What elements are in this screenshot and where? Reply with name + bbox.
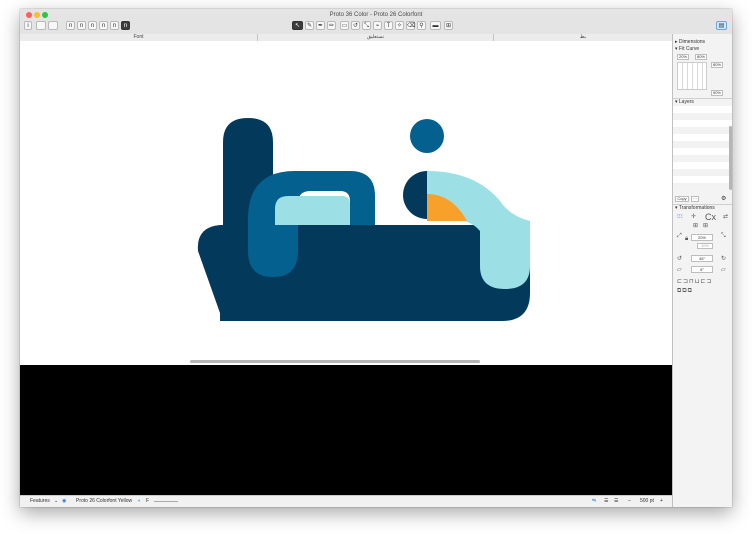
layers-label: Layers	[678, 99, 694, 105]
fit-curve-lower-field[interactable]: 90%	[711, 90, 723, 96]
layer-options-button[interactable]: ···	[691, 196, 699, 202]
rotate-icon[interactable]: ↺	[351, 21, 360, 30]
fit-curve-label: Fit Curve	[678, 46, 700, 52]
horizontal-scrollbar[interactable]	[190, 360, 480, 363]
titlebar: Proto 36 Color - Proto 26 Colorfont i n …	[20, 9, 732, 35]
transformations-label: Transformations	[678, 205, 715, 211]
zoom-value[interactable]: 500 pt	[640, 496, 654, 507]
rectangle-icon[interactable]: ▭	[340, 21, 349, 30]
glyph-tab-button-selected[interactable]: n	[121, 21, 130, 30]
layers-header[interactable]: ▾ Layers	[673, 99, 732, 105]
align-tools-icon[interactable]: ⊏⊐⊓⊔⊏⊐	[677, 278, 712, 285]
text-icon[interactable]: T	[384, 21, 393, 30]
shopping-cart-icon[interactable]: ⊞	[444, 21, 453, 30]
flip-horizontal-icon[interactable]: Cx	[705, 212, 716, 222]
tab-glyph-1[interactable]: ﻧﺴﺘﻌﻠﻴﻖ	[258, 34, 494, 41]
layers-list[interactable]	[673, 106, 732, 186]
align-center-icon[interactable]: ✛	[691, 213, 696, 220]
scale-icon[interactable]: ⤢	[677, 233, 682, 240]
fit-curve-upper-field[interactable]: 80%	[711, 62, 723, 68]
fit-curve-grid[interactable]	[677, 62, 707, 90]
glyph-tab-button[interactable]: n	[110, 21, 119, 30]
glyph-tab-button[interactable]: n	[77, 21, 86, 30]
draw-icon[interactable]: ✒	[316, 21, 325, 30]
scale-apply-icon[interactable]: ⤡	[721, 233, 726, 240]
layer-select[interactable]: Proto 26 Colorfont Yellow	[76, 496, 132, 507]
slant-field[interactable]: 5°	[691, 266, 713, 273]
glyph-navy-half-circle	[403, 171, 427, 219]
variation-slider[interactable]	[154, 501, 178, 502]
fit-curve-header[interactable]: ▾ Fit Curve	[673, 46, 732, 52]
rotate-field[interactable]: 45°	[691, 255, 713, 262]
tab-font[interactable]: Font	[20, 34, 258, 41]
slant-right-icon[interactable]: ▱	[721, 266, 726, 273]
preview-area	[20, 365, 672, 495]
glyph-tab-button[interactable]: n	[99, 21, 108, 30]
layer-copy-button[interactable]: Copy	[675, 196, 689, 202]
glyph-tab-button[interactable]: n	[66, 21, 75, 30]
knife-icon[interactable]: ⌁	[373, 21, 382, 30]
scale-field[interactable]: 20%	[691, 234, 713, 241]
mirror-icon[interactable]: ⇄	[723, 213, 728, 220]
scale-field-secondary[interactable]: 10%	[697, 243, 713, 249]
text-direction-icon[interactable]: ⇋	[592, 496, 596, 507]
grid-view-button[interactable]	[36, 21, 46, 30]
statusbar: Features ⌄ ◉ Proto 26 Colorfont Yellow ◐…	[20, 495, 672, 507]
inspector-panel: ▸ Dimensions ▾ Fit Curve 20% 80% 80% 90%…	[672, 34, 732, 507]
fit-curve-max-field[interactable]: 80%	[695, 54, 707, 60]
measure-icon[interactable]: ▬	[430, 21, 441, 30]
sidebar-toggle-icon[interactable]: ▤	[716, 21, 727, 30]
eraser-icon[interactable]: ⌫	[406, 21, 415, 30]
origin-grid-icon[interactable]: ⁝⁝⁝	[677, 213, 683, 220]
color-palette-icon[interactable]: ◐	[138, 496, 141, 507]
annotation-icon[interactable]: ✧	[395, 21, 404, 30]
glyph-tab-button[interactable]: n	[88, 21, 97, 30]
list-view-button[interactable]	[48, 21, 58, 30]
app-window: Proto 36 Color - Proto 26 Colorfont i n …	[20, 9, 732, 507]
window-title: Proto 36 Color - Proto 26 Colorfont	[329, 12, 423, 18]
distribute-vertical-icon[interactable]: ⊞	[703, 222, 708, 229]
pen-icon[interactable]: ✎	[305, 21, 314, 30]
gear-icon[interactable]: ⚙	[721, 195, 726, 202]
zoom-out-button[interactable]: –	[628, 496, 631, 507]
rotate-left-icon[interactable]: ↺	[677, 255, 682, 262]
align-right-icon[interactable]: ☰	[614, 496, 618, 507]
dimensions-header[interactable]: ▸ Dimensions	[673, 39, 732, 45]
select-arrow-icon[interactable]: ↖	[292, 21, 303, 30]
align-left-icon[interactable]: ☰	[604, 496, 608, 507]
glyph-dot	[410, 119, 444, 153]
scale-icon[interactable]: ⤡	[362, 21, 371, 30]
glyph-canvas[interactable]	[20, 41, 672, 364]
fit-curve-min-field[interactable]: 20%	[677, 54, 689, 60]
transformations-header[interactable]: ▾ Transformations	[673, 205, 732, 211]
glyph-teal-inner	[275, 196, 350, 225]
zoom-icon[interactable]: ⚲	[417, 21, 426, 30]
pencil-icon[interactable]: ✏	[327, 21, 336, 30]
path-ops-icon[interactable]: ⧉⧉⧉	[677, 288, 693, 295]
distribute-icon[interactable]: ⊞	[693, 222, 698, 229]
variation-letter: F	[146, 498, 150, 504]
eye-icon[interactable]: ◉	[62, 496, 66, 507]
slant-left-icon[interactable]: ▱	[677, 266, 682, 273]
dimensions-label: Dimensions	[678, 39, 706, 45]
layers-scrollbar[interactable]	[729, 126, 732, 190]
rotate-right-icon[interactable]: ↻	[721, 255, 726, 262]
features-label[interactable]: Features	[30, 496, 50, 507]
lock-icon[interactable]: 🔒︎	[685, 236, 688, 243]
chevron-down-icon[interactable]: ⌄	[54, 496, 58, 507]
zoom-in-button[interactable]: +	[660, 496, 663, 507]
glyph-artwork	[197, 118, 530, 321]
info-button[interactable]: i	[24, 21, 32, 30]
tab-glyph-2[interactable]: ﺑﻂ	[494, 34, 672, 41]
